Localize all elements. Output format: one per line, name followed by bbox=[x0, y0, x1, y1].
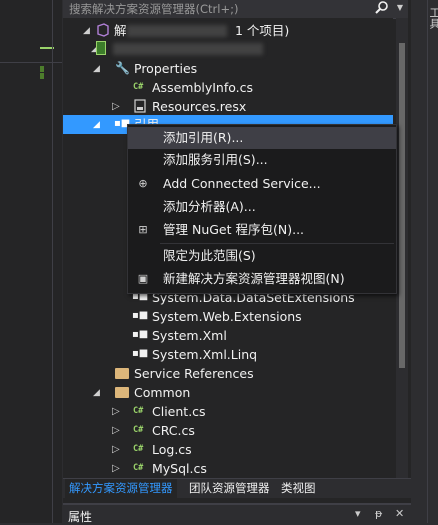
tree-item-label[interactable]: System.Xml bbox=[152, 326, 227, 345]
menu-item-add-reference[interactable]: 添加引用(R)... bbox=[128, 127, 396, 149]
menu-item-label[interactable]: 新建解决方案资源管理器视图(N) bbox=[163, 268, 345, 290]
tree-item-properties[interactable]: ◢ 🔧 Properties bbox=[63, 59, 393, 78]
expanded-arrow-icon[interactable]: ◢ bbox=[93, 60, 100, 79]
chevron-down-icon[interactable]: ▼ bbox=[397, 3, 403, 12]
nuget-icon: ⊞ bbox=[138, 223, 148, 236]
divider bbox=[52, 0, 53, 523]
new-view-icon: ▣ bbox=[137, 272, 149, 285]
tab-class-view[interactable]: 类视图 bbox=[277, 479, 320, 498]
tree-item-reference[interactable]: ▪■ System.Xml.Linq bbox=[63, 345, 393, 364]
collapsed-arrow-icon[interactable]: ▷ bbox=[112, 440, 120, 459]
pin-icon[interactable]: ᵽ bbox=[375, 507, 382, 520]
expanded-arrow-icon[interactable]: ◢ bbox=[93, 116, 100, 135]
reference-icon: ▪■ bbox=[132, 310, 149, 321]
dropdown-icon[interactable]: ▾ bbox=[355, 507, 361, 520]
csharp-file-icon: C# bbox=[133, 425, 144, 435]
tree-item-client[interactable]: ▷ C# Client.cs bbox=[63, 402, 393, 421]
menu-item-add-analyzer[interactable]: 添加分析器(A)... bbox=[128, 196, 396, 218]
expanded-arrow-icon[interactable]: ◢ bbox=[93, 384, 100, 403]
search-placeholder[interactable]: 搜索解决方案资源管理器(Ctrl+;) bbox=[69, 1, 238, 17]
menu-item-label[interactable]: 管理 NuGet 程序包(N)... bbox=[163, 219, 304, 241]
collapsed-arrow-icon[interactable]: ▷ bbox=[112, 402, 120, 421]
menu-item-add-connected-service[interactable]: ⊕ Add Connected Service... bbox=[128, 173, 396, 195]
tree-item-resources[interactable]: ▷ Resources.resx bbox=[63, 97, 393, 116]
toolbox-side-tab[interactable]: 工具 bbox=[427, 0, 438, 523]
vertical-scrollbar[interactable] bbox=[396, 18, 408, 478]
menu-item-new-explorer-view[interactable]: ▣ 新建解决方案资源管理器视图(N) bbox=[128, 268, 396, 290]
tree-item-label[interactable]: Client.cs bbox=[152, 402, 206, 421]
blurred-solution-name bbox=[127, 25, 227, 37]
context-menu: 添加引用(R)... 添加服务引用(S)... ⊕ Add Connected … bbox=[127, 124, 397, 294]
resx-file-icon bbox=[134, 99, 146, 113]
solution-icon bbox=[97, 23, 109, 37]
toolbox-tab-label[interactable]: 工具 bbox=[426, 7, 438, 29]
tree-item-label[interactable]: System.Web.Extensions bbox=[152, 307, 302, 326]
close-icon[interactable]: ✕ bbox=[395, 507, 404, 520]
tree-item-log[interactable]: ▷ C# Log.cs bbox=[63, 440, 393, 459]
tree-item-crc[interactable]: ▷ C# CRC.cs bbox=[63, 421, 393, 440]
references-icon: ▪■ bbox=[114, 118, 131, 129]
properties-title: 属性 bbox=[68, 510, 93, 524]
tree-item-label[interactable]: Log.cs bbox=[152, 440, 192, 459]
tree-item-label[interactable]: CRC.cs bbox=[152, 421, 195, 440]
collapsed-arrow-icon[interactable]: ▷ bbox=[112, 97, 120, 116]
tree-item-label[interactable]: System.Xml.Linq bbox=[152, 345, 257, 364]
tree-item-label[interactable]: Resources.resx bbox=[152, 97, 246, 116]
solution-node[interactable]: ◢ 解 1 个项目) bbox=[63, 21, 393, 40]
tree-item-assemblyinfo[interactable]: C# AssemblyInfo.cs bbox=[63, 78, 393, 97]
tree-item-label[interactable]: Common bbox=[134, 383, 190, 402]
solution-search-box[interactable]: 搜索解决方案资源管理器(Ctrl+;) ▼ bbox=[63, 0, 408, 19]
properties-panel-header: 属性 ▾ ᵽ ✕ bbox=[63, 503, 411, 525]
tree-item-label[interactable]: Service References bbox=[134, 364, 254, 383]
menu-separator bbox=[160, 243, 394, 244]
tab-solution-explorer[interactable]: 解决方案资源管理器 bbox=[65, 479, 177, 498]
csharp-file-icon: C# bbox=[133, 406, 144, 416]
collapsed-arrow-icon[interactable]: ▷ bbox=[112, 421, 120, 440]
project-node[interactable]: ◢ bbox=[63, 39, 393, 58]
left-editor-strip bbox=[0, 0, 62, 523]
change-marker bbox=[40, 73, 44, 79]
csharp-file-icon: C# bbox=[133, 463, 144, 473]
solution-label[interactable]: 解 bbox=[114, 21, 127, 40]
connected-service-icon: ⊕ bbox=[138, 177, 148, 190]
menu-item-manage-nuget[interactable]: ⊞ 管理 NuGet 程序包(N)... bbox=[128, 219, 396, 241]
folder-icon bbox=[115, 368, 129, 379]
change-marker bbox=[40, 66, 44, 72]
tree-item-reference[interactable]: ▪■ System.Web.Extensions bbox=[63, 307, 393, 326]
reference-icon: ▪■ bbox=[132, 329, 149, 340]
tree-item-label[interactable]: MySql.cs bbox=[152, 459, 207, 478]
blurred-project-name bbox=[113, 43, 263, 55]
menu-item-label[interactable]: 添加引用(R)... bbox=[163, 127, 243, 149]
csharp-file-icon: C# bbox=[133, 444, 144, 454]
bottom-tab-strip: 解决方案资源管理器 团队资源管理器 类视图 bbox=[63, 478, 411, 498]
csharp-file-icon: C# bbox=[133, 82, 144, 92]
menu-item-label[interactable]: 添加分析器(A)... bbox=[163, 196, 256, 218]
wrench-icon: 🔧 bbox=[115, 61, 130, 75]
scrollbar-thumb[interactable] bbox=[399, 43, 405, 368]
csharp-project-icon bbox=[96, 41, 106, 55]
tree-item-label[interactable]: Properties bbox=[134, 59, 197, 78]
tree-item-service-references[interactable]: Service References bbox=[63, 364, 393, 383]
tree-item-mysql[interactable]: ▷ C# MySql.cs bbox=[63, 459, 393, 478]
reference-icon: ▪■ bbox=[132, 348, 149, 359]
menu-item-scope-to-this[interactable]: 限定为此范围(S) bbox=[128, 245, 396, 267]
solution-project-count: 1 个项目) bbox=[235, 23, 290, 38]
collapsed-arrow-icon[interactable]: ▷ bbox=[112, 459, 120, 478]
menu-item-add-service-reference[interactable]: 添加服务引用(S)... bbox=[128, 149, 396, 171]
tree-item-common[interactable]: ◢ Common bbox=[63, 383, 393, 402]
folder-icon bbox=[115, 387, 129, 398]
menu-item-label[interactable]: Add Connected Service... bbox=[163, 173, 321, 195]
tree-item-label[interactable]: AssemblyInfo.cs bbox=[152, 78, 253, 97]
search-icon[interactable] bbox=[374, 0, 390, 16]
menu-item-label[interactable]: 限定为此范围(S) bbox=[163, 245, 256, 267]
tab-team-explorer[interactable]: 团队资源管理器 bbox=[185, 479, 274, 498]
menu-item-label[interactable]: 添加服务引用(S)... bbox=[163, 149, 268, 171]
tree-item-reference[interactable]: ▪■ System.Xml bbox=[63, 326, 393, 345]
